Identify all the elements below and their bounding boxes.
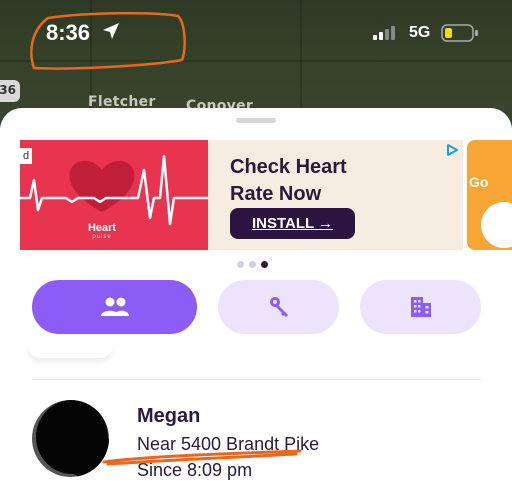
ad-choices-icon[interactable] <box>445 143 459 157</box>
member-list-item[interactable]: Megan Near 5400 Brandt Pike Since 8:09 p… <box>32 398 481 488</box>
sheet-grabber[interactable] <box>236 118 276 123</box>
ad-heart-art: d Heart pulse <box>20 140 208 250</box>
ad-brand-sub: pulse <box>92 234 112 240</box>
next-ad-text: Go <box>469 174 489 190</box>
ad-headline: Check Heart Rate Now <box>230 156 347 205</box>
carousel-dot[interactable] <box>249 261 256 268</box>
carousel-dots[interactable] <box>237 261 268 268</box>
keys-icon <box>269 297 288 317</box>
network-type: 5G <box>409 24 431 41</box>
carousel-dot[interactable] <box>237 261 244 268</box>
battery-low-icon <box>441 24 478 42</box>
tab-places[interactable] <box>360 280 481 334</box>
member-name: Megan <box>137 405 201 427</box>
next-ad-art <box>481 202 512 248</box>
next-ad-preview[interactable]: Go <box>467 140 512 250</box>
navigation-arrow-icon <box>103 23 119 39</box>
avatar[interactable] <box>32 400 109 477</box>
section-divider <box>32 379 481 380</box>
ad-badge: d <box>20 148 32 164</box>
ad-banner[interactable]: d Heart pulse Check Heart Rate Now INSTA… <box>20 140 463 250</box>
annotation-underline <box>102 449 302 466</box>
carousel-dot-active[interactable] <box>261 261 268 268</box>
status-time: 8:36 <box>46 20 91 45</box>
building-icon <box>410 297 431 317</box>
ad-install-button[interactable]: INSTALL → <box>230 208 355 239</box>
tab-people[interactable] <box>32 280 197 334</box>
people-icon <box>100 297 129 316</box>
route-shield: 36 <box>0 80 20 102</box>
ad-brand-name: Heart <box>87 222 117 234</box>
cell-signal-icon <box>373 26 395 40</box>
peek-card <box>28 346 112 358</box>
tab-items[interactable] <box>218 280 339 334</box>
